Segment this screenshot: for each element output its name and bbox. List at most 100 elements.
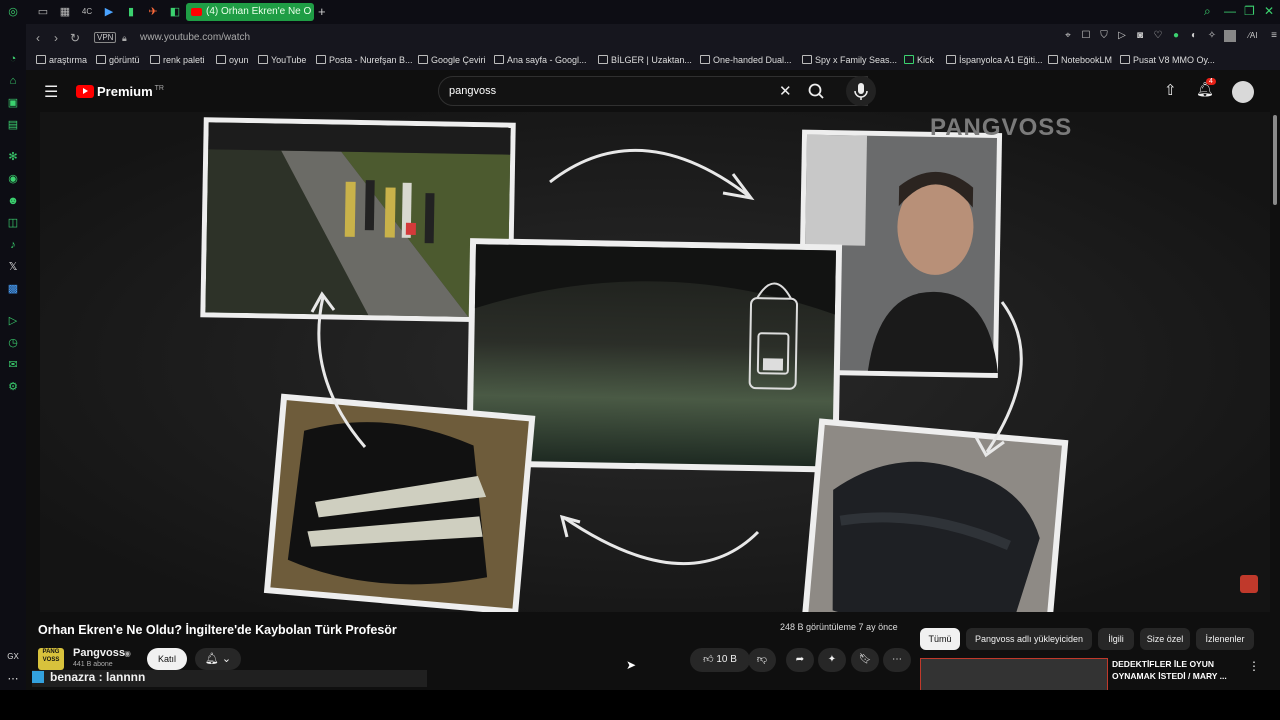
messenger-icon[interactable]: ✉ [6, 358, 20, 372]
screenshot-icon[interactable]: ⌖ [1062, 30, 1074, 42]
ask-button[interactable]: ✦ [818, 648, 846, 672]
tab-icon[interactable]: 4C [80, 5, 94, 19]
tiktok-icon[interactable]: ♪ [6, 238, 20, 252]
microphone-icon [854, 83, 868, 100]
tab-icon[interactable]: ◧ [168, 5, 182, 19]
puzzle-icon[interactable]: ✧ [1206, 30, 1218, 42]
save-button[interactable]: 🔖︎ [851, 648, 879, 672]
instagram-icon[interactable]: ◫ [6, 216, 20, 230]
youtube-corner-icon[interactable] [1240, 575, 1258, 593]
gx-corner-icon[interactable]: ⌂ [6, 74, 20, 88]
gx-control-icon[interactable]: ◔ [6, 52, 20, 66]
whatsapp-icon[interactable]: ◉ [6, 172, 20, 186]
tab-icon[interactable]: ▦ [58, 5, 72, 19]
search-tabs-icon[interactable]: ⌕ [1204, 4, 1211, 19]
lock-icon[interactable]: 🔒︎ [122, 33, 127, 44]
subscription-bell-button[interactable]: 🔔︎ ⌄ [195, 648, 241, 670]
bookmark-item[interactable]: Pusat V8 MMO Oy... [1120, 55, 1215, 65]
bookmark-item[interactable]: NotebookLM [1048, 55, 1112, 65]
chip-all[interactable]: Tümü [920, 628, 960, 650]
forward-icon[interactable]: › [54, 31, 58, 45]
video-player[interactable]: PANGVOSS [40, 112, 1270, 612]
opera-gx-menu-icon[interactable]: ◎ [6, 5, 20, 19]
menu-lines-icon[interactable]: ≡ [1268, 30, 1280, 42]
bookmark-item[interactable]: YouTube [258, 55, 306, 65]
history-icon[interactable]: ◷ [6, 336, 20, 350]
account-avatar[interactable] [1232, 81, 1254, 103]
bookmark-icon: 🔖︎ [858, 654, 872, 665]
x-twitter-icon[interactable]: 𝕏 [6, 260, 20, 274]
search-icon [808, 83, 824, 99]
page-scrollbar[interactable] [1273, 115, 1277, 205]
like-button[interactable]: 👍︎ 10 B [690, 648, 750, 672]
new-tab-icon[interactable]: + [318, 4, 326, 19]
player-icon[interactable]: ▷ [6, 314, 20, 328]
active-tab[interactable]: (4) Orhan Ekren'e Ne O [186, 3, 314, 21]
voice-search-button[interactable] [846, 76, 876, 106]
search-input[interactable]: pangvoss [449, 85, 496, 97]
gx-logo-icon[interactable]: GX [6, 650, 20, 664]
gx-sidebar: ◔ ⌂ ▣ ▤ ✻ ◉ ☻ ◫ ♪ 𝕏 ▩ ▷ ◷ ✉ ⚙ GX ⋯ [0, 24, 26, 720]
chip-from-uploader[interactable]: Pangvoss adlı yükleyiciden [966, 628, 1092, 650]
bookmark-item[interactable]: Posta - Nurefşan B... [316, 55, 413, 65]
tab-icon[interactable]: ▭ [36, 5, 50, 19]
bookmark-item[interactable]: BİLGER | Uzaktan... [598, 55, 692, 65]
profile-extension-icon[interactable] [1224, 30, 1236, 42]
create-upload-icon[interactable]: ⇧ [1164, 81, 1177, 99]
youtube-logo[interactable]: Premium TR [76, 83, 164, 101]
photo-backpack [263, 393, 536, 612]
extension-icon[interactable]: ● [1170, 30, 1182, 42]
twitch-icon[interactable]: ▤ [6, 118, 20, 132]
close-window-icon[interactable]: ✕ [1264, 4, 1274, 18]
bookmark-item[interactable]: Kick [904, 55, 934, 65]
bookmark-item[interactable]: One-handed Dual... [700, 55, 792, 65]
bookmark-item[interactable]: araştırma [36, 55, 87, 65]
bookmark-item[interactable]: görüntü [96, 55, 140, 65]
tab-icon[interactable]: ▶ [102, 5, 116, 19]
bookmark-item[interactable]: Spy x Family Seas... [802, 55, 897, 65]
youtube-header: ☰ Premium TR pangvoss ✕ ⇧ 🔔︎ 4 [26, 70, 1280, 112]
search-button[interactable] [800, 76, 832, 106]
channel-avatar[interactable]: PANG VOSS [38, 648, 64, 670]
bookmark-item[interactable]: Google Çeviri [418, 55, 486, 65]
chatgpt-icon[interactable]: ✻ [6, 150, 20, 164]
minimize-icon[interactable]: — [1224, 4, 1236, 18]
discord-icon[interactable]: ☻ [6, 194, 20, 208]
thumbs-down-icon: 👎︎ [756, 654, 768, 665]
bookmark-page-icon[interactable]: ☐ [1080, 30, 1092, 42]
clear-search-icon[interactable]: ✕ [779, 82, 792, 100]
chip-related[interactable]: İlgili [1098, 628, 1134, 650]
url-field[interactable]: www.youtube.com/watch [140, 32, 250, 43]
recommendation-title[interactable]: DEDEKTİFLER İLE OYUN OYNAMAK İSTEDİ / MA… [1112, 658, 1242, 682]
join-button[interactable]: Katıl [147, 648, 187, 670]
bluesky-icon[interactable]: ▩ [6, 282, 20, 296]
vpn-badge[interactable]: VPN [94, 32, 117, 43]
more-actions-button[interactable]: ⋯ [883, 648, 911, 672]
bookmark-item[interactable]: oyun [216, 55, 249, 65]
menu-icon[interactable]: ☰ [44, 82, 58, 102]
user-extension-icon[interactable]: ◐ [1188, 30, 1200, 42]
back-icon[interactable]: ‹ [36, 31, 40, 45]
bookmark-item[interactable]: İspanyolca A1 Eğiti... [946, 55, 1043, 65]
dislike-button[interactable]: 👎︎ [748, 648, 776, 672]
tab-icon[interactable]: ✈ [146, 5, 160, 19]
play-extension-icon[interactable]: ▷ [1116, 30, 1128, 42]
ai-icon[interactable]: ⁄AI [1242, 30, 1264, 42]
gx-store-icon[interactable]: ▣ [6, 96, 20, 110]
heart-icon[interactable]: ♡ [1152, 30, 1164, 42]
recommendation-menu-icon[interactable]: ⋮ [1248, 659, 1260, 673]
bookmark-item[interactable]: renk paleti [150, 55, 205, 65]
tab-icon[interactable]: ▮ [124, 5, 138, 19]
video-frame-artwork [40, 112, 1270, 612]
share-button[interactable]: ➦ [786, 648, 814, 672]
chip-watched[interactable]: İzlenenler [1196, 628, 1254, 650]
reload-icon[interactable]: ↻ [70, 31, 80, 45]
shield-icon[interactable]: ⛉ [1098, 30, 1110, 42]
channel-name[interactable]: Pangvoss [73, 647, 125, 659]
bookmark-item[interactable]: Ana sayfa - Googl... [494, 55, 587, 65]
maximize-icon[interactable]: ❐ [1244, 4, 1255, 18]
settings-gear-icon[interactable]: ⚙ [6, 380, 20, 394]
chip-for-you[interactable]: Size özel [1140, 628, 1190, 650]
camera-icon[interactable]: ◙ [1134, 30, 1146, 42]
more-icon[interactable]: ⋯ [6, 672, 20, 686]
